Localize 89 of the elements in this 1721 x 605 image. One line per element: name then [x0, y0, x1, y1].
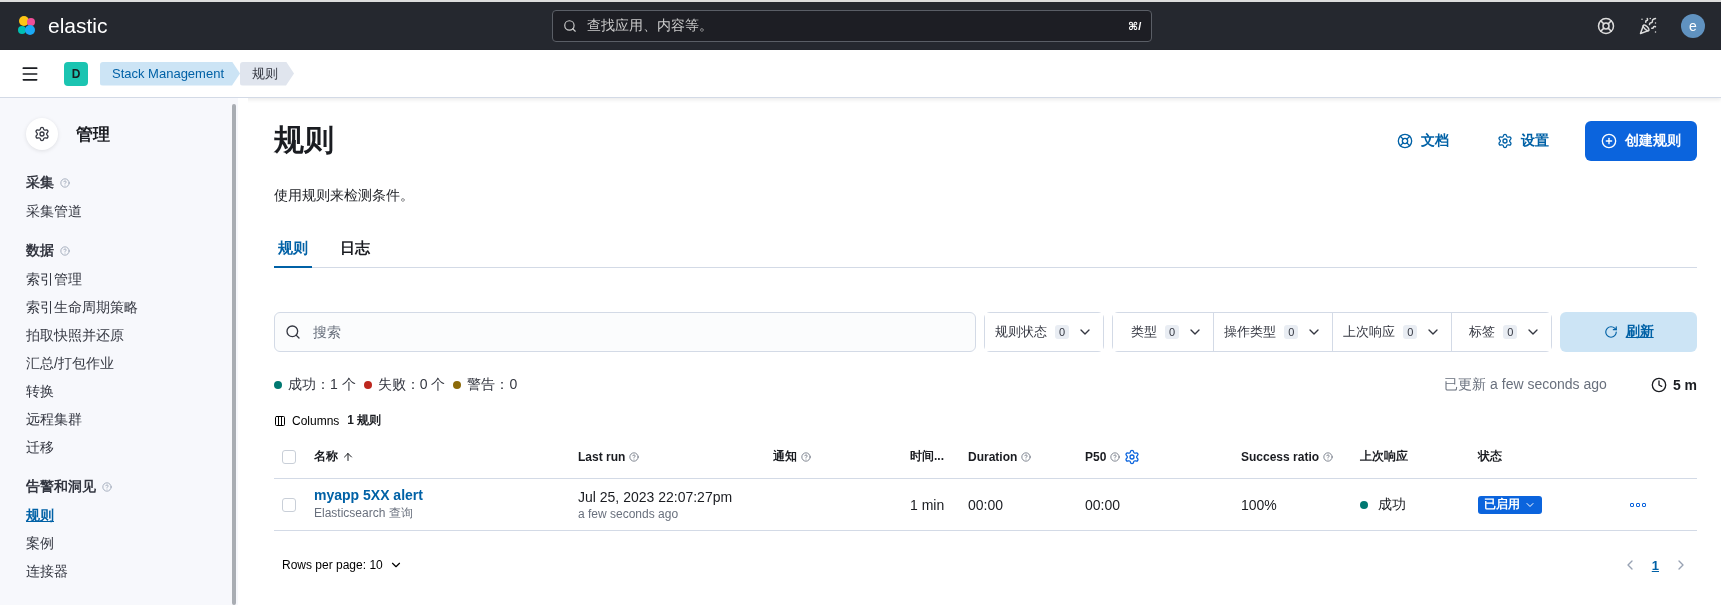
tab[interactable]: 规则 — [274, 239, 312, 268]
filter-button[interactable]: 规则状态 0 — [985, 313, 1104, 351]
clock-icon[interactable] — [1650, 377, 1667, 393]
table-cell: 100% — [1241, 496, 1277, 513]
info-icon — [102, 482, 112, 492]
info-icon — [801, 451, 811, 462]
settings-icon[interactable] — [1124, 448, 1141, 465]
rows-per-page-button[interactable]: Rows per page: 10 — [282, 558, 403, 572]
search-field[interactable]: 搜索 — [274, 312, 976, 352]
help-icon[interactable] — [1597, 17, 1615, 35]
select-all-checkbox[interactable] — [282, 449, 296, 464]
relative-time: a few seconds ago — [578, 506, 679, 521]
space-avatar[interactable]: D — [64, 61, 88, 86]
gear-icon — [26, 118, 58, 150]
refresh-interval[interactable]: 5 m — [1672, 377, 1697, 393]
column-header[interactable]: Success ratio — [1241, 449, 1360, 464]
table-cell: 00:00 — [1085, 496, 1121, 513]
tab[interactable]: 日志 — [336, 239, 374, 268]
filter-button[interactable]: 标签 0 — [1451, 313, 1552, 351]
sidebar-item[interactable]: 规则 — [26, 506, 54, 524]
sidebar-item[interactable]: 迁移 — [26, 438, 54, 456]
sidebar-item[interactable]: 远程集群 — [26, 410, 82, 428]
refresh-icon — [1603, 325, 1618, 339]
sidebar-item[interactable]: 汇总/打包作业 — [26, 354, 114, 372]
rule-name-link[interactable]: myapp 5XX alert — [314, 487, 423, 503]
status-count: 成功：1 个 — [288, 376, 356, 394]
refresh-button[interactable]: 刷新 — [1560, 312, 1697, 352]
updated-text: 已更新 a few seconds ago — [1444, 376, 1607, 394]
help-icon — [1397, 132, 1413, 149]
column-header[interactable]: 名称 — [314, 448, 578, 465]
search-icon — [563, 19, 578, 33]
news-icon[interactable] — [1639, 17, 1657, 35]
sort-arrow-icon — [342, 450, 354, 463]
column-header[interactable]: P50 — [1085, 448, 1241, 465]
page-link[interactable]: 1 — [1649, 557, 1661, 573]
shortcut-hint: ⌘/ — [1128, 19, 1142, 33]
sidebar-item[interactable]: 索引生命周期策略 — [26, 298, 138, 316]
sidebar-item[interactable]: 拍取快照并还原 — [26, 326, 124, 344]
sidebar-item[interactable]: 案例 — [26, 534, 54, 552]
plus-icon — [1601, 132, 1617, 149]
row-checkbox[interactable] — [282, 497, 296, 512]
group-title: 数据 — [26, 242, 54, 260]
info-icon — [1323, 451, 1334, 462]
info-icon — [1110, 451, 1121, 462]
table-cell: 1 min — [910, 496, 945, 513]
logo-icon — [16, 15, 38, 37]
header-link[interactable]: 设置 — [1485, 123, 1561, 158]
sidebar-item[interactable]: 索引管理 — [26, 270, 82, 288]
rule-count: 1 规则 — [347, 412, 382, 429]
status-dropdown[interactable]: 已启用 — [1478, 495, 1542, 514]
status-dot — [1360, 500, 1368, 509]
table-cell: Jul 25, 2023 22:07:27pm — [578, 488, 733, 505]
header-link[interactable]: 文档 — [1385, 123, 1461, 158]
search-field[interactable]: 查找应用、内容等。 ⌘/ — [552, 10, 1153, 42]
column-header[interactable]: Last run — [578, 449, 773, 464]
page-title: 规则 — [274, 122, 334, 158]
group-title: 采集 — [26, 174, 54, 192]
table-cell: 00:00 — [968, 496, 1004, 513]
more-actions-icon[interactable] — [1630, 502, 1646, 507]
breadcrumb[interactable]: Stack Management — [100, 61, 240, 86]
info-icon — [60, 246, 70, 256]
settings-icon — [1497, 132, 1513, 149]
info-icon — [60, 178, 70, 188]
sidebar-item[interactable]: 采集管道 — [26, 202, 82, 220]
search-icon — [285, 324, 301, 340]
rule-type: Elasticsearch 查询 — [314, 505, 413, 522]
sidebar-item[interactable]: 转换 — [26, 382, 54, 400]
column-header[interactable]: 时间... — [910, 448, 968, 465]
table-cell: 成功 — [1378, 495, 1406, 514]
search-placeholder: 查找应用、内容等。 — [587, 17, 714, 35]
scrollbar[interactable] — [232, 104, 236, 605]
page-description: 使用规则来检测条件。 — [274, 187, 415, 205]
column-header[interactable]: Duration — [968, 449, 1085, 464]
search-input[interactable]: 搜索 — [311, 323, 965, 341]
columns-button[interactable]: Columns — [274, 413, 340, 428]
logo-text: elastic — [48, 14, 108, 38]
sidebar-title: 管理 — [76, 123, 110, 146]
columns-icon — [274, 414, 286, 427]
column-header[interactable]: 上次响应 — [1360, 448, 1478, 465]
column-header[interactable]: 状态 — [1478, 448, 1630, 465]
status-count: 警告：0 — [467, 376, 518, 394]
status-count: 失败：0 个 — [377, 376, 446, 394]
create-button[interactable]: 创建规则 — [1585, 120, 1697, 161]
column-header[interactable]: 通知 — [773, 448, 910, 465]
info-icon — [1021, 451, 1032, 462]
group-title: 告警和洞见 — [26, 478, 96, 496]
sidebar-item[interactable]: 连接器 — [26, 562, 68, 580]
breadcrumb[interactable]: 规则 — [240, 61, 294, 86]
info-icon — [629, 451, 640, 462]
